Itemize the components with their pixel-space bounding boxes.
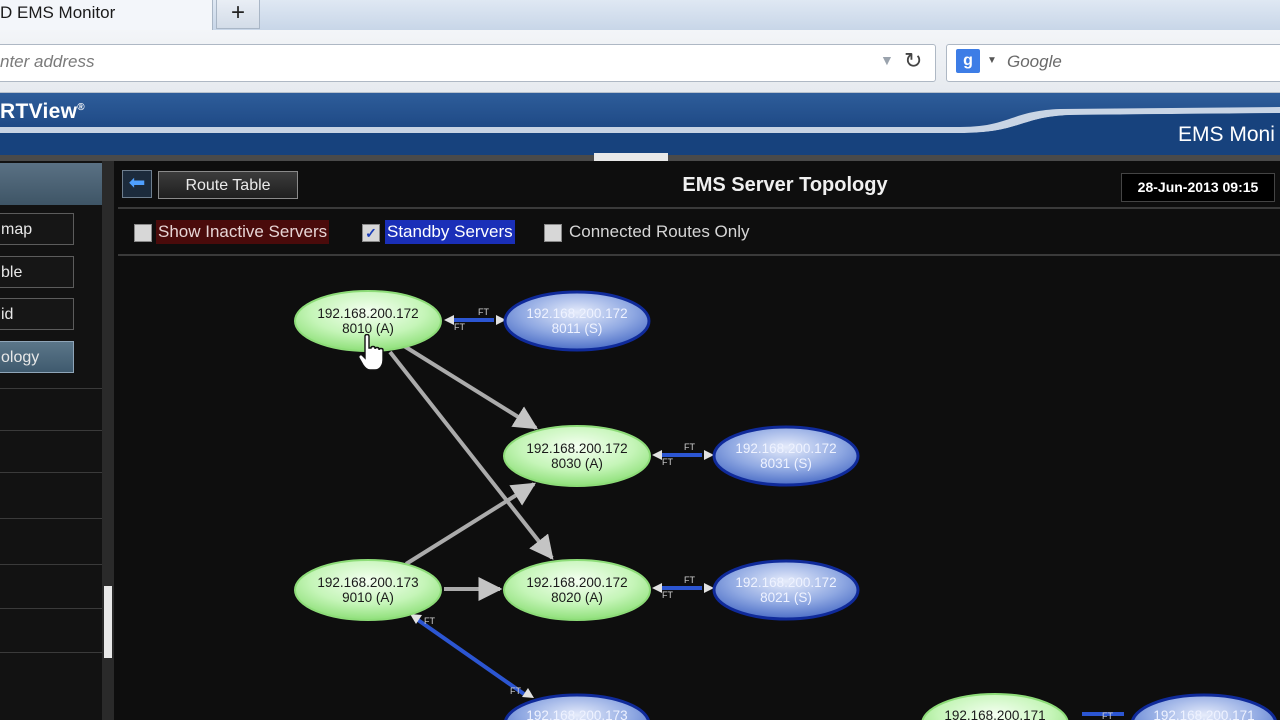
splitter-handle[interactable]	[594, 153, 668, 161]
ft-label: FT	[662, 590, 673, 600]
nav-item-table[interactable]: ble	[0, 256, 74, 288]
tab-title: D EMS Monitor	[0, 3, 116, 22]
server-node-8031[interactable]: 192.168.200.172 8031 (S)	[712, 425, 860, 487]
node-port: 8011 (S)	[552, 321, 603, 336]
node-host: 192.168.200.172	[526, 441, 627, 456]
node-port: 9010 (A)	[342, 590, 394, 605]
ft-link	[416, 618, 526, 696]
brand-logo: RTView®	[0, 100, 85, 124]
topology-graph: FT FT FT FT FT FT FT FT FT 192.168.200.1…	[294, 290, 1277, 720]
hand-cursor-icon	[358, 334, 384, 371]
route-table-button[interactable]: Route Table	[158, 171, 298, 199]
app-title: EMS Moni	[1178, 123, 1275, 146]
timestamp: 28-Jun-2013 09:15	[1121, 173, 1275, 202]
ft-label: FT	[454, 322, 465, 332]
ft-label: FT	[478, 307, 489, 317]
show-inactive-label[interactable]: Show Inactive Servers	[156, 220, 330, 244]
node-host: 192.168.200.172	[735, 441, 836, 456]
back-arrow-icon[interactable]: ⬅	[122, 170, 152, 198]
node-port: 8030 (A)	[551, 456, 603, 471]
route-edge	[402, 344, 539, 430]
ft-label: FT	[1102, 711, 1113, 720]
nav-divider	[0, 472, 102, 473]
nav-item-heatmap[interactable]: map	[0, 213, 74, 245]
nav-divider	[0, 652, 102, 653]
search-placeholder: Google	[1007, 52, 1062, 71]
server-node-171-standby[interactable]: 192.168.200.171	[1131, 693, 1277, 720]
ft-label: FT	[684, 442, 695, 452]
ft-label: FT	[684, 575, 695, 585]
browser-tab[interactable]: D EMS Monitor	[0, 0, 213, 30]
server-node-9010[interactable]: 192.168.200.173 9010 (A)	[294, 559, 442, 621]
address-bar[interactable]	[0, 44, 936, 82]
google-icon[interactable]: g	[956, 49, 980, 73]
address-placeholder: nter address	[0, 52, 95, 71]
node-port: 8031 (S)	[760, 456, 812, 471]
nav-divider	[0, 388, 102, 389]
node-host: 192.168.200.173	[317, 575, 418, 590]
header-wave-decoration	[0, 107, 1280, 155]
server-node-8030[interactable]: 192.168.200.172 8030 (A)	[503, 425, 651, 487]
server-node-171-active[interactable]: 192.168.200.171	[921, 693, 1069, 720]
route-edge	[404, 482, 537, 566]
left-nav-header	[0, 163, 102, 205]
standby-servers-checkbox[interactable]: ✓	[362, 224, 380, 242]
node-port: 8021 (S)	[760, 590, 812, 605]
show-inactive-checkbox[interactable]	[134, 224, 152, 242]
node-host: 192.168.200.172	[526, 306, 627, 321]
new-tab-button[interactable]: +	[216, 0, 260, 29]
nav-divider	[0, 608, 102, 609]
server-node-8011[interactable]: 192.168.200.172 8011 (S)	[503, 290, 651, 352]
ft-label: FT	[662, 457, 673, 467]
ft-label: FT	[424, 616, 435, 626]
page-title: EMS Server Topology	[682, 174, 888, 196]
connected-routes-label[interactable]: Connected Routes Only	[567, 220, 752, 244]
nav-divider	[0, 430, 102, 431]
server-node-8021[interactable]: 192.168.200.172 8021 (S)	[712, 559, 860, 621]
ft-label: FT	[510, 686, 521, 696]
server-node-8020[interactable]: 192.168.200.172 8020 (A)	[503, 559, 651, 621]
nav-divider	[0, 518, 102, 519]
node-host: 192.168.200.172	[735, 575, 836, 590]
nav-divider	[0, 564, 102, 565]
search-engine-dropdown-icon[interactable]: ▼	[987, 55, 997, 66]
nav-item-topology[interactable]: ology	[0, 341, 74, 373]
node-host: 192.168.200.173	[526, 708, 627, 720]
divider	[118, 207, 1280, 209]
connected-routes-checkbox[interactable]	[544, 224, 562, 242]
brand-name: RTView	[0, 100, 78, 123]
brand-mark: ®	[77, 102, 85, 113]
node-host: 192.168.200.171	[1153, 708, 1254, 720]
server-node-9011[interactable]: 192.168.200.173	[504, 693, 650, 720]
reload-icon[interactable]: ↻	[904, 48, 922, 74]
scrollbar-thumb[interactable]	[104, 586, 112, 658]
node-host: 192.168.200.172	[317, 306, 418, 321]
standby-servers-label[interactable]: Standby Servers	[385, 220, 515, 244]
nav-item-grid[interactable]: id	[0, 298, 74, 330]
node-host: 192.168.200.171	[944, 708, 1045, 720]
node-host: 192.168.200.172	[526, 575, 627, 590]
node-port: 8020 (A)	[551, 590, 603, 605]
history-dropdown-icon[interactable]: ▼	[880, 52, 894, 68]
